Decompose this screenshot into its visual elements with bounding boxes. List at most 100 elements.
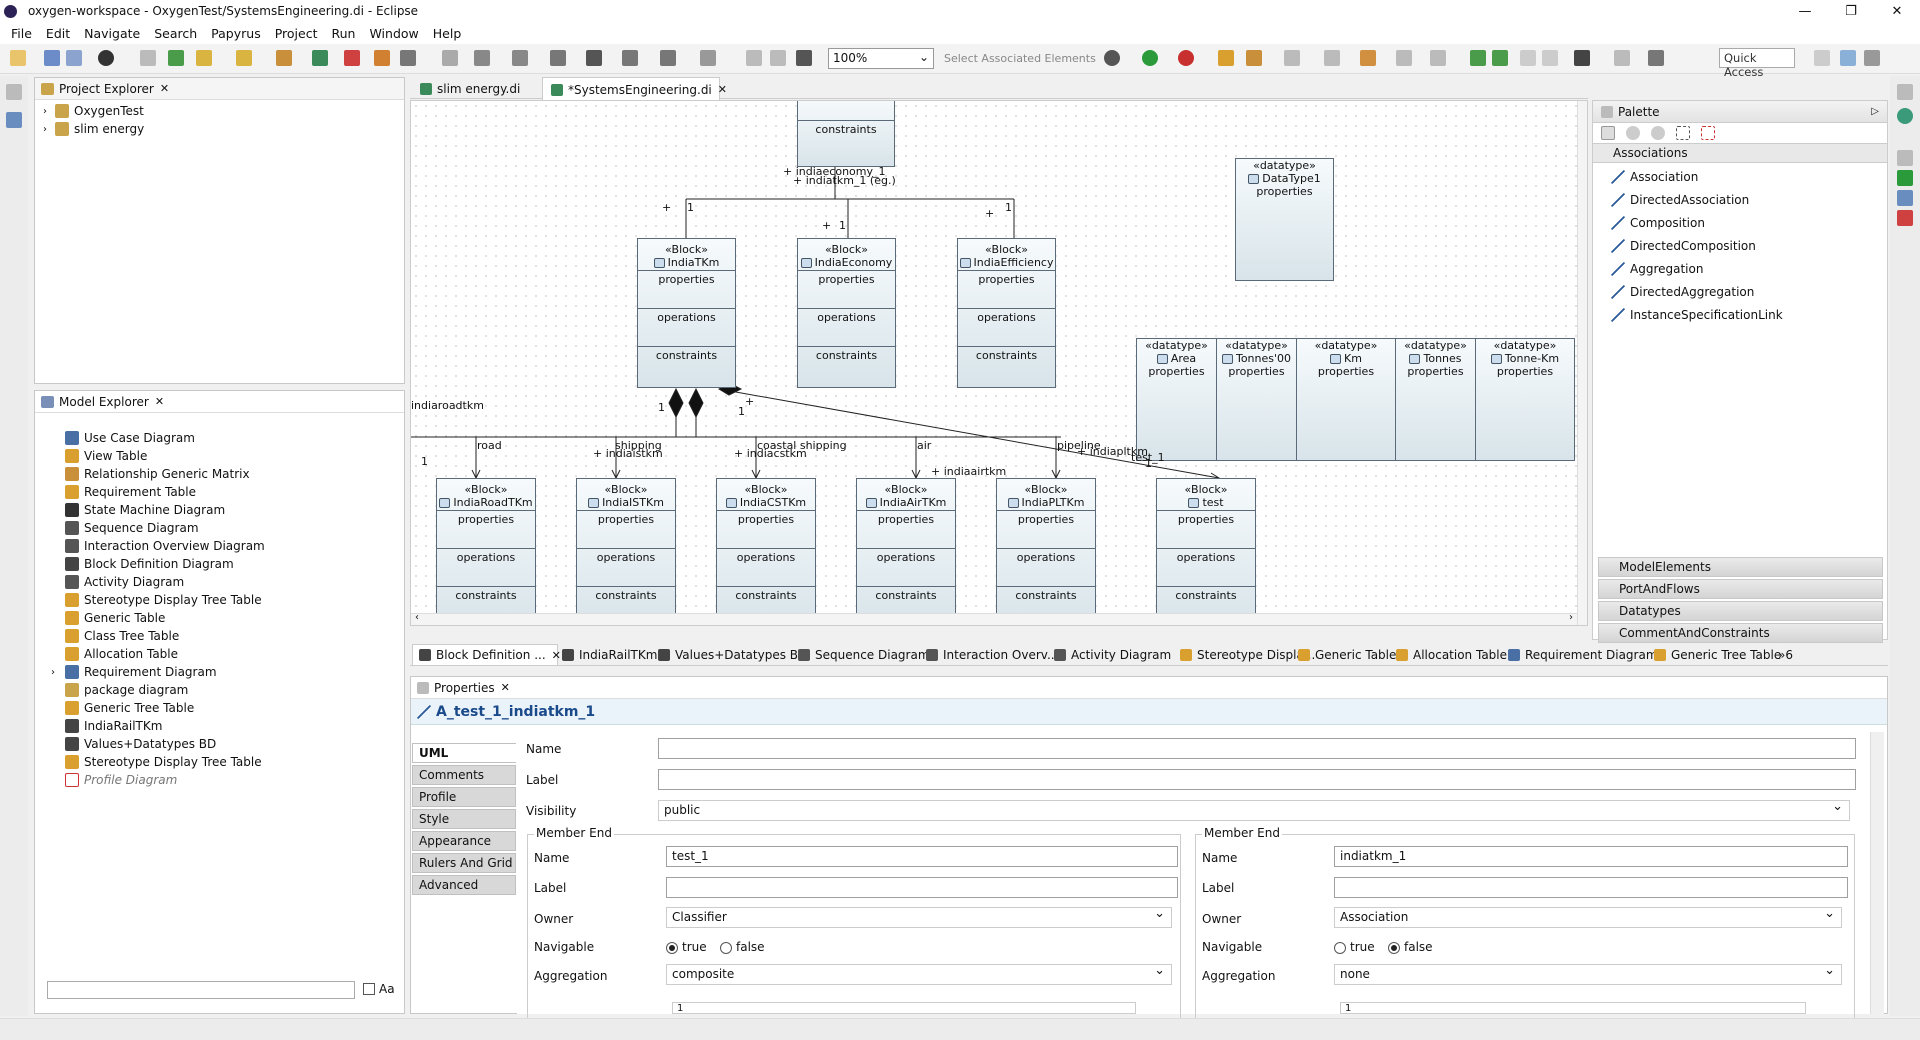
datatype-km[interactable]: «datatype» Km properties [1296, 338, 1396, 461]
diagram-tab-generic-tree[interactable]: Generic Tree Table [1654, 644, 1781, 665]
model-explorer-tab[interactable]: Model Explorer ✕ [35, 391, 404, 413]
problems-icon[interactable] [1897, 210, 1913, 226]
marquee-icon[interactable] [1676, 126, 1690, 140]
globe-icon[interactable] [1897, 108, 1913, 124]
java-perspective-icon[interactable] [1864, 50, 1880, 66]
nav-back-icon[interactable] [1470, 50, 1486, 66]
save-icon[interactable] [44, 50, 60, 66]
tab-systems-engineering[interactable]: *SystemsEngineering.di ✕ [542, 77, 727, 101]
model-item[interactable]: Values+Datatypes BD [65, 735, 404, 753]
block-indiapltkm[interactable]: «Block» IndiaPLTKm properties operations… [996, 478, 1096, 625]
block-indiacstkm[interactable]: «Block» IndiaCSTKm properties operations… [716, 478, 816, 625]
horizontal-scrollbar[interactable]: ‹ › [411, 612, 1577, 625]
diagram-tab-interaction[interactable]: Interaction Overv... [926, 644, 1058, 665]
history-icon[interactable] [1430, 50, 1446, 66]
restore-view-icon[interactable] [1897, 150, 1913, 166]
undo-icon[interactable] [312, 50, 328, 66]
link-icon[interactable] [660, 50, 676, 66]
model-item[interactable]: State Machine Diagram [65, 501, 404, 519]
menu-search[interactable]: Search [154, 26, 197, 41]
nav-forward-icon[interactable] [1492, 50, 1508, 66]
prop-tab-comments[interactable]: Comments [412, 765, 516, 785]
bold-icon[interactable] [1520, 50, 1536, 66]
close-view-icon[interactable]: ✕ [155, 395, 164, 408]
palette-cat-portandflows[interactable]: PortAndFlows [1598, 579, 1883, 599]
model-item[interactable]: Interaction Overview Diagram [65, 537, 404, 555]
search-icon[interactable] [1246, 50, 1262, 66]
palette-cat-modelelements[interactable]: ModelElements [1598, 557, 1883, 577]
prop-tab-profile[interactable]: Profile [412, 787, 516, 807]
palette-item-instance-spec-link[interactable]: InstanceSpecificationLink [1611, 303, 1887, 326]
menu-file[interactable]: File [11, 26, 32, 41]
model-item[interactable]: Requirement Table [65, 483, 404, 501]
model-item[interactable]: View Table [65, 447, 404, 465]
datatype-tonne-km[interactable]: «datatype» Tonne-Km properties [1475, 338, 1575, 461]
table-icon[interactable] [236, 50, 252, 66]
model-item[interactable]: Allocation Table [65, 645, 404, 663]
name-input[interactable] [658, 738, 1856, 759]
menu-window[interactable]: Window [369, 26, 418, 41]
snap-icon[interactable] [770, 50, 786, 66]
palette-section-associations[interactable]: Associations [1593, 143, 1887, 163]
run-icon[interactable] [1142, 50, 1158, 66]
case-checkbox[interactable] [363, 983, 375, 995]
copy-icon[interactable] [276, 50, 292, 66]
delete-icon[interactable] [344, 50, 360, 66]
arrow-right-icon[interactable] [400, 50, 416, 66]
tasks-icon[interactable] [1897, 190, 1913, 206]
datatype-tonnes00[interactable]: «datatype» Tonnes'00 properties [1216, 338, 1297, 461]
end1-navigable-false[interactable]: false [720, 940, 765, 954]
end1-label-input[interactable] [666, 877, 1178, 898]
datatype-datatype1[interactable]: «datatype» DataType1 properties [1235, 158, 1334, 281]
block-indiaroadtkm[interactable]: «Block» IndiaRoadTKm properties operatio… [436, 478, 536, 625]
model-item[interactable]: Block Definition Diagram [65, 555, 404, 573]
properties-scrollbar[interactable] [1870, 732, 1884, 1014]
model-item[interactable]: Generic Tree Table [65, 699, 404, 717]
pencil-icon[interactable] [140, 50, 156, 66]
close-tab-icon[interactable]: ✕ [552, 649, 561, 662]
sync-icon[interactable] [374, 50, 390, 66]
label-input[interactable] [658, 769, 1856, 790]
annotation-icon[interactable] [1284, 50, 1300, 66]
diagram-tab-requirement[interactable]: Requirement Diagram [1508, 644, 1658, 665]
new-icon[interactable] [10, 50, 26, 66]
close-view-icon[interactable]: ✕ [160, 82, 169, 95]
menu-papyrus[interactable]: Papyrus [211, 26, 261, 41]
menu-run[interactable]: Run [332, 26, 356, 41]
palette-item-aggregation[interactable]: Aggregation [1611, 257, 1887, 280]
arrange-icon[interactable] [550, 50, 566, 66]
prop-tab-rulers[interactable]: Rulers And Grid [412, 853, 516, 873]
tree-item-oxygentest[interactable]: › OxygenTest [43, 102, 404, 120]
diagram-canvas[interactable]: constraints + indiaeconomy_1 + indiatkm_… [410, 100, 1588, 626]
menu-navigate[interactable]: Navigate [84, 26, 140, 41]
diagram-tab-allocation[interactable]: Allocation Table [1396, 644, 1507, 665]
pointer-icon[interactable] [1601, 126, 1615, 140]
zoom-in-icon[interactable] [1626, 126, 1640, 140]
end2-name-input[interactable]: indiatkm_1 [1334, 846, 1848, 867]
datatype-tonnes[interactable]: «datatype» Tonnes properties [1395, 338, 1476, 461]
check-icon[interactable] [1897, 170, 1913, 186]
end2-multiplicity-input[interactable]: 1 [1340, 1002, 1806, 1014]
block-indiaefficiency[interactable]: «Block» IndiaEfficiency properties opera… [957, 238, 1056, 388]
model-item[interactable]: Use Case Diagram [65, 429, 404, 447]
diagram-tab-bdd[interactable]: Block Definition ... ✕ [412, 644, 561, 665]
block-test[interactable]: «Block» test properties operations const… [1156, 478, 1256, 625]
tree-item-slim-energy[interactable]: › slim energy [43, 120, 404, 138]
menu-project[interactable]: Project [275, 26, 318, 41]
model-item[interactable]: Stereotype Display Tree Table [65, 753, 404, 771]
palette-collapse-icon[interactable]: ▷ [1871, 106, 1879, 117]
close-button[interactable]: ✕ [1874, 0, 1920, 22]
properties-tab[interactable]: Properties ✕ [411, 677, 1887, 699]
end2-owner-select[interactable]: Association [1334, 907, 1842, 928]
font-icon[interactable] [1574, 50, 1590, 66]
block-indiatkm[interactable]: «Block» IndiaTKm properties operations c… [637, 238, 736, 388]
model-item[interactable]: Profile Diagram [65, 771, 404, 789]
save-all-icon[interactable] [66, 50, 82, 66]
zoom-combo[interactable]: 100% ⌄ [828, 48, 934, 69]
end1-name-input[interactable]: test_1 [666, 846, 1178, 867]
expand-icon[interactable]: › [51, 667, 65, 678]
prop-tab-uml[interactable]: UML [412, 743, 516, 763]
project-explorer-tab[interactable]: Project Explorer ✕ [35, 78, 404, 100]
block-partial-top[interactable]: constraints [797, 101, 895, 167]
model-item[interactable]: Stereotype Display Tree Table [65, 591, 404, 609]
